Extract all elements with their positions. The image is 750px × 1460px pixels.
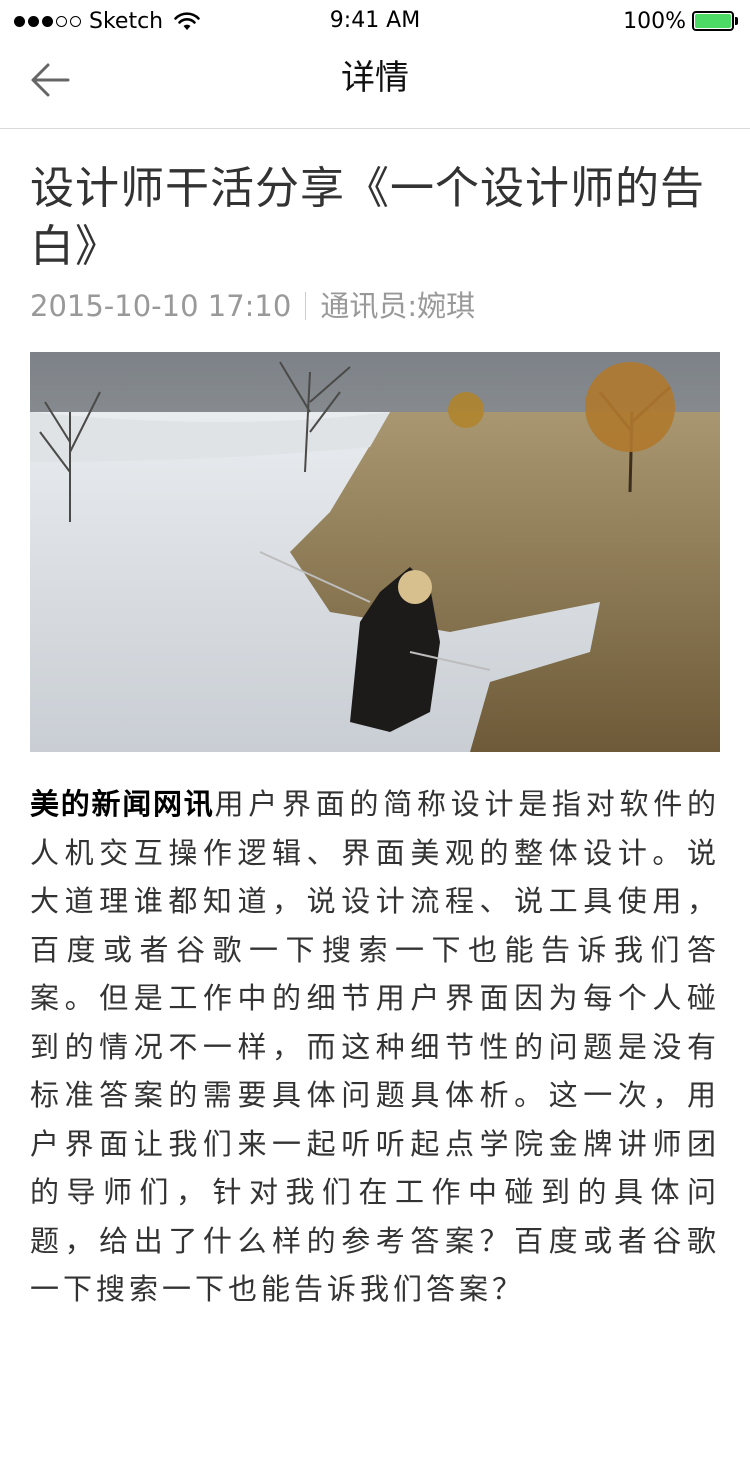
article: 设计师干活分享《一个设计师的告白》 2015-10-10 17:10 通讯员:婉…	[30, 160, 720, 1314]
status-bar: Sketch 9:41 AM 100%	[0, 0, 750, 40]
article-title: 设计师干活分享《一个设计师的告白》	[30, 163, 705, 272]
status-right: 100%	[623, 6, 738, 36]
article-author: 通讯员:婉琪	[320, 289, 476, 323]
article-meta: 2015-10-10 17:10 通讯员:婉琪	[30, 286, 720, 326]
battery-icon	[692, 11, 738, 31]
article-body: 美的新闻网讯用户界面的简称设计是指对软件的人机交互操作逻辑、界面美观的整体设计。…	[30, 780, 720, 1314]
article-image[interactable]	[30, 352, 720, 752]
page-title: 详情	[341, 58, 409, 98]
article-lead: 美的新闻网讯	[30, 787, 215, 821]
meta-divider	[305, 292, 307, 320]
battery-percent: 100%	[623, 8, 686, 34]
article-date: 2015-10-10 17:10	[30, 289, 292, 323]
article-body-text: 用户界面的简称设计是指对软件的人机交互操作逻辑、界面美观的整体设计。说大道理谁都…	[30, 787, 720, 1306]
navigation-bar: 详情	[0, 40, 750, 129]
